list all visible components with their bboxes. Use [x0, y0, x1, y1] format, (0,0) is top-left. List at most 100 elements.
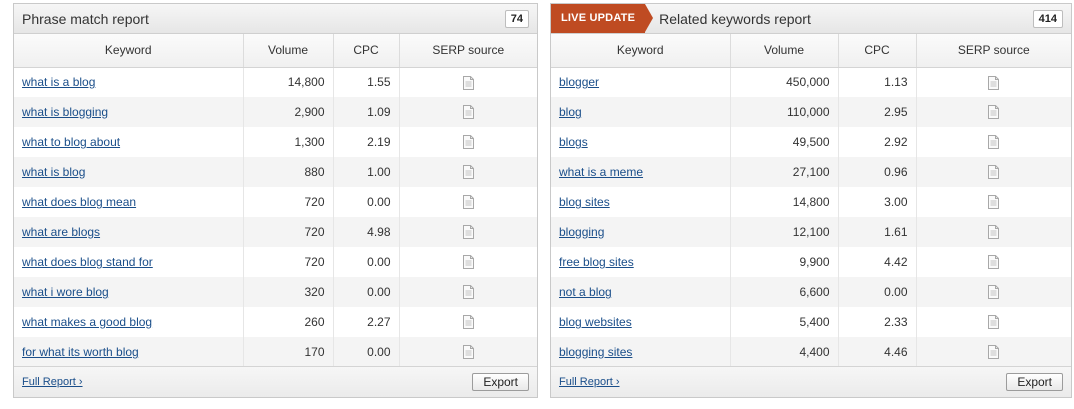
volume-cell: 9,900 [730, 247, 839, 277]
keyword-cell: what is blog [14, 157, 244, 187]
column-header-volume[interactable]: Volume [730, 34, 839, 68]
volume-cell: 320 [243, 277, 334, 307]
volume-cell: 49,500 [730, 127, 839, 157]
document-icon[interactable] [462, 255, 474, 270]
table-row: what i wore blog 320 0.00 [14, 277, 537, 307]
keyword-link[interactable]: what is blogging [22, 105, 108, 119]
document-icon[interactable] [462, 315, 474, 330]
cpc-cell: 1.00 [333, 157, 400, 187]
volume-cell: 720 [243, 247, 334, 277]
document-icon[interactable] [988, 195, 1000, 210]
serp-source-cell [916, 187, 1071, 217]
panel-header: LIVE UPDATE Related keywords report 414 [551, 4, 1071, 34]
column-header-keyword[interactable]: Keyword [551, 34, 731, 68]
document-icon[interactable] [988, 75, 1000, 90]
document-icon[interactable] [462, 285, 474, 300]
panel-header: Phrase match report 74 [14, 4, 537, 34]
keyword-link[interactable]: what to blog about [22, 135, 120, 149]
document-icon[interactable] [988, 315, 1000, 330]
document-icon[interactable] [988, 135, 1000, 150]
column-header-cpc[interactable]: CPC [333, 34, 400, 68]
column-header-keyword[interactable]: Keyword [14, 34, 244, 68]
cpc-cell: 1.09 [333, 97, 400, 127]
serp-source-cell [399, 217, 537, 247]
keyword-link[interactable]: blogging [559, 225, 604, 239]
keyword-cell: blog [551, 97, 731, 127]
cpc-cell: 2.95 [838, 97, 917, 127]
document-icon[interactable] [462, 75, 474, 90]
cpc-cell: 0.00 [333, 187, 400, 217]
volume-cell: 14,800 [243, 67, 334, 97]
cpc-cell: 2.19 [333, 127, 400, 157]
document-icon[interactable] [462, 165, 474, 180]
keyword-cell: blog sites [551, 187, 731, 217]
document-icon[interactable] [988, 255, 1000, 270]
volume-cell: 5,400 [730, 307, 839, 337]
related-keywords-panel: LIVE UPDATE Related keywords report 414 … [550, 3, 1072, 398]
keyword-link[interactable]: what does blog mean [22, 195, 136, 209]
volume-cell: 4,400 [730, 337, 839, 367]
keyword-link[interactable]: blog [559, 105, 582, 119]
volume-cell: 1,300 [243, 127, 334, 157]
serp-source-cell [916, 97, 1071, 127]
document-icon[interactable] [462, 225, 474, 240]
table-header-row: Keyword Volume CPC SERP source [14, 34, 537, 68]
keyword-link[interactable]: what does blog stand for [22, 255, 153, 269]
volume-cell: 2,900 [243, 97, 334, 127]
export-button[interactable]: Export [1006, 373, 1063, 391]
serp-source-cell [399, 157, 537, 187]
keyword-link[interactable]: blog sites [559, 195, 610, 209]
keyword-link[interactable]: what i wore blog [22, 285, 109, 299]
document-icon[interactable] [462, 135, 474, 150]
column-header-volume[interactable]: Volume [243, 34, 334, 68]
keyword-cell: blogging [551, 217, 731, 247]
keyword-link[interactable]: blogging sites [559, 345, 632, 359]
volume-cell: 14,800 [730, 187, 839, 217]
keyword-cell: not a blog [551, 277, 731, 307]
document-icon[interactable] [462, 105, 474, 120]
serp-source-cell [399, 247, 537, 277]
keyword-link[interactable]: blog websites [559, 315, 632, 329]
keyword-link[interactable]: what is a blog [22, 75, 95, 89]
table-row: blog websites 5,400 2.33 [551, 307, 1071, 337]
cpc-cell: 4.42 [838, 247, 917, 277]
keyword-link[interactable]: blogger [559, 75, 599, 89]
cpc-cell: 0.00 [838, 277, 917, 307]
cpc-cell: 4.98 [333, 217, 400, 247]
keyword-link[interactable]: what makes a good blog [22, 315, 152, 329]
table-row: what is blogging 2,900 1.09 [14, 97, 537, 127]
column-header-serp-source: SERP source [399, 34, 537, 68]
volume-cell: 12,100 [730, 217, 839, 247]
keyword-cell: what are blogs [14, 217, 244, 247]
document-icon[interactable] [988, 225, 1000, 240]
serp-source-cell [399, 337, 537, 367]
document-icon[interactable] [988, 105, 1000, 120]
keyword-link[interactable]: for what its worth blog [22, 345, 139, 359]
keyword-cell: what does blog stand for [14, 247, 244, 277]
document-icon[interactable] [462, 345, 474, 360]
full-report-link[interactable]: Full Report › [559, 376, 620, 388]
keyword-link[interactable]: blogs [559, 135, 588, 149]
keyword-link[interactable]: what is a meme [559, 165, 643, 179]
document-icon[interactable] [988, 345, 1000, 360]
document-icon[interactable] [988, 165, 1000, 180]
full-report-link[interactable]: Full Report › [22, 376, 83, 388]
keyword-link[interactable]: what is blog [22, 165, 85, 179]
volume-cell: 110,000 [730, 97, 839, 127]
serp-source-cell [916, 217, 1071, 247]
cpc-cell: 2.92 [838, 127, 917, 157]
document-icon[interactable] [462, 195, 474, 210]
keyword-link[interactable]: not a blog [559, 285, 612, 299]
keyword-link[interactable]: what are blogs [22, 225, 100, 239]
cpc-cell: 0.00 [333, 277, 400, 307]
keyword-link[interactable]: free blog sites [559, 255, 634, 269]
table-row: what is blog 880 1.00 [14, 157, 537, 187]
serp-source-cell [399, 97, 537, 127]
export-button[interactable]: Export [472, 373, 529, 391]
serp-source-cell [916, 67, 1071, 97]
volume-cell: 6,600 [730, 277, 839, 307]
document-icon[interactable] [988, 285, 1000, 300]
column-header-cpc[interactable]: CPC [838, 34, 917, 68]
serp-source-cell [916, 337, 1071, 367]
serp-source-cell [916, 277, 1071, 307]
